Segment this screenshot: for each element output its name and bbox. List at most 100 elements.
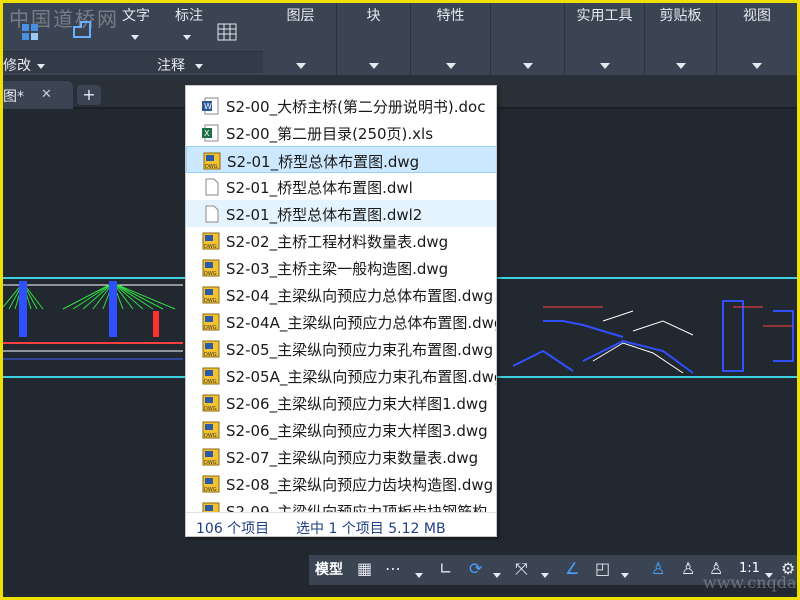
tab-drawing-label: 图* <box>3 89 24 105</box>
dwg-file-icon: DWG <box>202 475 220 493</box>
file-name: S2-05A_主梁纵向预应力束孔布置图.dwg <box>226 368 497 386</box>
grid-display-icon[interactable]: ▦ <box>357 559 372 578</box>
lineweight-icon[interactable]: ∠ <box>565 559 579 578</box>
file-name: S2-01_桥型总体布置图.dwl2 <box>226 206 423 224</box>
ribbon-panel-utilities[interactable]: 实用工具 <box>565 3 645 75</box>
file-list-popup: W S2-00_大桥主桥(第二分册说明书).doc X S2-00_第二册目录(250… <box>185 85 497 537</box>
model-space-button[interactable]: 模型 <box>315 559 343 579</box>
list-item[interactable]: DWG S2-08_主梁纵向预应力齿块构造图.dwg <box>186 470 496 497</box>
ribbon-panel-view[interactable]: 视图 <box>717 3 797 75</box>
selection-info: 选中 1 个项目 5.12 MB <box>296 521 446 537</box>
ribbon-panel-properties[interactable]: 特性 <box>411 3 491 75</box>
file-name: S2-02_主桥工程材料数量表.dwg <box>226 233 449 251</box>
item-count: 106 个项目 <box>196 521 270 537</box>
list-item[interactable]: X S2-00_第二册目录(250页).xls <box>186 119 496 146</box>
svg-text:DWG: DWG <box>204 271 217 277</box>
list-item[interactable]: S2-01_桥型总体布置图.dwl <box>186 173 496 200</box>
popup-status-bar: 106 个项目 选中 1 个项目 5.12 MB <box>186 512 496 537</box>
list-item[interactable]: DWG S2-03_主桥主梁一般构造图.dwg <box>186 254 496 281</box>
ribbon: 中国道桥网 文字 标注 修改 注释 图层 块 特性 实用工具 剪贴板 视图 <box>3 3 797 75</box>
view-dropdown-icon[interactable] <box>752 63 762 69</box>
add-tab-button[interactable]: + <box>77 85 101 105</box>
ribbon-properties-label: 特性 <box>436 8 465 24</box>
auto-scale-icon[interactable]: ♙ <box>681 559 695 578</box>
svg-text:DWG: DWG <box>204 379 217 385</box>
ribbon-utilities-label: 实用工具 <box>576 8 633 24</box>
excel-spreadsheet-icon: X <box>202 124 220 142</box>
dim-dropdown-icon[interactable] <box>183 27 191 46</box>
selection-dropdown-icon[interactable] <box>621 565 629 584</box>
ribbon-text-label: 文字 <box>122 8 150 24</box>
file-name: S2-08_主梁纵向预应力齿块构造图.dwg <box>226 476 494 494</box>
polar-tracking-icon[interactable]: ⟳ <box>469 559 482 578</box>
file-name: S2-01_桥型总体布置图.dwg <box>227 153 420 171</box>
dwg-file-icon: DWG <box>202 259 220 277</box>
ribbon-panel-clipboard[interactable]: 剪贴板 <box>645 3 717 75</box>
blank-file-icon <box>202 205 220 223</box>
dwg-file-icon: DWG <box>202 340 220 358</box>
annotation-expand-icon[interactable] <box>195 56 203 75</box>
dwg-file-icon: DWG <box>202 232 220 250</box>
list-item[interactable]: W S2-00_大桥主桥(第二分册说明书).doc <box>186 92 496 119</box>
snap-dropdown-icon[interactable] <box>415 565 423 584</box>
list-item[interactable]: DWG S2-04A_主梁纵向预应力总体布置图.dwg <box>186 308 496 335</box>
grid-tool-icon[interactable] <box>21 23 39 41</box>
utilities-dropdown-icon[interactable] <box>599 63 610 69</box>
file-name: S2-05_主梁纵向预应力束孔布置图.dwg <box>226 341 494 359</box>
file-name: S2-03_主桥主梁一般构造图.dwg <box>226 260 449 278</box>
svg-text:DWG: DWG <box>205 164 218 170</box>
osnap-dropdown-icon[interactable] <box>541 565 549 584</box>
block-dropdown-icon[interactable] <box>368 63 379 69</box>
close-icon[interactable]: ✕ <box>41 87 52 102</box>
properties-dropdown-icon[interactable] <box>445 63 456 69</box>
file-name: S2-00_大桥主桥(第二分册说明书).doc <box>226 98 486 116</box>
ribbon-panel-group[interactable] <box>491 3 565 75</box>
polar-dropdown-icon[interactable] <box>493 565 501 584</box>
snap-mode-icon[interactable]: ⋯ <box>385 559 401 578</box>
ribbon-panel-block[interactable]: 块 <box>337 3 411 75</box>
svg-text:X: X <box>204 129 210 138</box>
file-name: S2-07_主梁纵向预应力束数量表.dwg <box>226 449 479 467</box>
ribbon-block-label: 块 <box>366 8 381 24</box>
group-dropdown-icon[interactable] <box>522 63 533 69</box>
list-item[interactable]: DWG S2-02_主桥工程材料数量表.dwg <box>186 227 496 254</box>
file-name: S2-04_主梁纵向预应力总体布置图.dwg <box>226 287 494 305</box>
svg-text:DWG: DWG <box>204 298 217 304</box>
list-item[interactable]: DWG S2-07_主梁纵向预应力束数量表.dwg <box>186 443 496 470</box>
tab-drawing[interactable]: 图* ✕ <box>3 81 73 109</box>
list-item[interactable]: DWG S2-06_主梁纵向预应力束大样图3.dwg <box>186 416 496 443</box>
ortho-icon[interactable]: ∟ <box>439 559 452 578</box>
blank-file-icon <box>202 178 220 196</box>
ribbon-view-label: 视图 <box>743 8 771 24</box>
svg-text:DWG: DWG <box>204 487 217 493</box>
list-item[interactable]: DWG S2-05_主梁纵向预应力束孔布置图.dwg <box>186 335 496 362</box>
file-name: S2-01_桥型总体布置图.dwl <box>226 179 413 197</box>
list-item[interactable]: S2-01_桥型总体布置图.dwl2 <box>186 200 496 227</box>
ribbon-footer: 修改 注释 <box>3 51 263 75</box>
list-item[interactable]: DWG S2-01_桥型总体布置图.dwg <box>186 146 496 173</box>
svg-text:DWG: DWG <box>204 325 217 331</box>
dwg-file-icon: DWG <box>202 286 220 304</box>
site-watermark-bottom: www.cnqdao.com <box>703 573 797 592</box>
modify-expand-icon[interactable] <box>37 56 45 75</box>
status-bar: 模型 ▦ ⋯ ∟ ⟳ ⤧ ∠ ◰ ♙ ♙ ♙ 1:1 ⚙ <box>3 551 797 597</box>
list-item[interactable]: DWG S2-04_主梁纵向预应力总体布置图.dwg <box>186 281 496 308</box>
app-window: 中国道桥网 文字 标注 修改 注释 图层 块 特性 实用工具 剪贴板 视图 图*… <box>3 3 797 597</box>
ribbon-dim-label: 标注 <box>175 8 203 24</box>
clipboard-dropdown-icon[interactable] <box>675 63 686 69</box>
list-item[interactable]: DWG S2-06_主梁纵向预应力束大样图1.dwg <box>186 389 496 416</box>
selection-cycling-icon[interactable]: ◰ <box>595 559 610 578</box>
annotation-panel-label[interactable]: 注释 <box>157 55 185 75</box>
svg-text:DWG: DWG <box>204 352 217 358</box>
text-dropdown-icon[interactable] <box>131 27 139 46</box>
modify-panel-label[interactable]: 修改 <box>3 55 31 75</box>
ribbon-panel-layer[interactable]: 图层 <box>265 3 337 75</box>
svg-text:DWG: DWG <box>204 433 217 439</box>
list-item[interactable]: DWG S2-05A_主梁纵向预应力束孔布置图.dwg <box>186 362 497 389</box>
layer-dropdown-icon[interactable] <box>295 63 306 69</box>
object-snap-icon[interactable]: ⤧ <box>515 559 528 579</box>
annotation-visibility-icon[interactable]: ♙ <box>651 559 665 578</box>
table-icon[interactable] <box>217 23 237 41</box>
stretch-tool-icon[interactable] <box>71 19 93 41</box>
file-name: S2-06_主梁纵向预应力束大样图3.dwg <box>226 422 488 440</box>
